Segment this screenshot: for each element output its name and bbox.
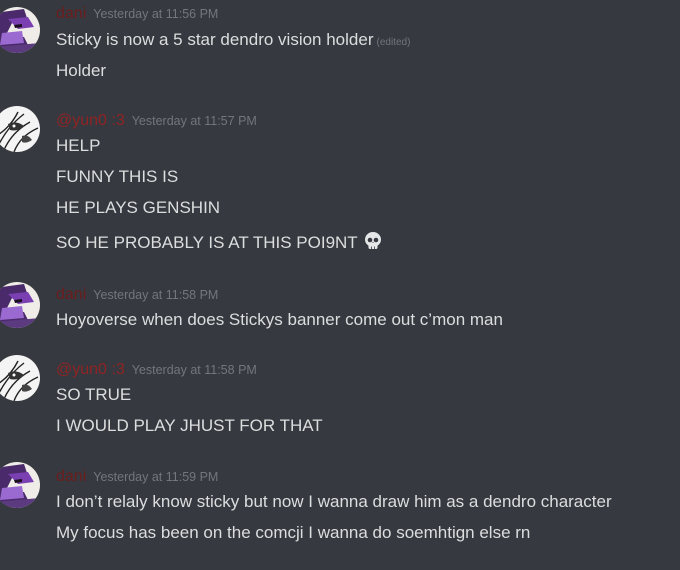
timestamp[interactable]: Yesterday at 11:57 PM [132, 114, 257, 128]
message-text: HELP [56, 136, 100, 156]
dani-avatar-image [0, 462, 40, 508]
edited-label: (edited) [376, 37, 411, 48]
avatar[interactable] [0, 355, 40, 401]
message-text: My focus has been on the comcji I wanna … [56, 523, 530, 543]
message-line: SO TRUE [56, 385, 132, 404]
message-header: @yun0 :3 Yesterday at 11:58 PM [56, 361, 257, 379]
avatar[interactable] [0, 282, 40, 328]
avatar[interactable] [0, 462, 40, 508]
message-line: HELP [56, 136, 101, 155]
message-text: FUNNY THIS IS [56, 167, 178, 187]
message-line: My focus has been on the comcji I wanna … [56, 523, 531, 542]
username[interactable]: dani [56, 5, 86, 22]
skull-emoji-icon[interactable] [363, 231, 383, 251]
message-text: SO TRUE [56, 385, 131, 405]
username[interactable]: dani [56, 468, 86, 485]
yun-avatar-image [0, 355, 40, 401]
message-line: Hoyoverse when does Stickys banner come … [56, 310, 503, 329]
username[interactable]: @yun0 :3 [56, 112, 125, 129]
message-header: @yun0 :3 Yesterday at 11:57 PM [56, 112, 257, 130]
dani-avatar-image [0, 7, 40, 53]
message-text: I don’t relaly know sticky but now I wan… [56, 492, 612, 512]
message-line: FUNNY THIS IS [56, 167, 179, 186]
message-line: Holder [56, 61, 107, 80]
yun-avatar-image [0, 106, 40, 152]
avatar[interactable] [0, 7, 40, 53]
timestamp[interactable]: Yesterday at 11:59 PM [93, 470, 218, 484]
timestamp[interactable]: Yesterday at 11:56 PM [93, 7, 218, 21]
dani-avatar-image [0, 282, 40, 328]
message-text: Hoyoverse when does Stickys banner come … [56, 310, 503, 330]
chat-message-list: dani Yesterday at 11:56 PM Sticky is now … [0, 0, 680, 570]
timestamp[interactable]: Yesterday at 11:58 PM [132, 363, 257, 377]
message-header: dani Yesterday at 11:58 PM [56, 286, 218, 304]
message-line: I WOULD PLAY JHUST FOR THAT [56, 416, 323, 435]
message-text: SO HE PROBABLY IS AT THIS POI9NT [56, 231, 383, 253]
message-line: I don’t relaly know sticky but now I wan… [56, 492, 612, 511]
username[interactable]: @yun0 :3 [56, 361, 125, 378]
timestamp[interactable]: Yesterday at 11:58 PM [93, 288, 218, 302]
message-text: Holder [56, 61, 106, 81]
message-line: Sticky is now a 5 star dendro vision hol… [56, 30, 374, 49]
message-header: dani Yesterday at 11:56 PM [56, 5, 218, 23]
message-text: Sticky is now a 5 star dendro vision hol… [56, 30, 410, 50]
message-line: HE PLAYS GENSHIN [56, 198, 221, 217]
avatar[interactable] [0, 106, 40, 152]
message-line: SO HE PROBABLY IS AT THIS POI9NT [56, 233, 358, 252]
username[interactable]: dani [56, 286, 86, 303]
message-header: dani Yesterday at 11:59 PM [56, 468, 218, 486]
message-text: HE PLAYS GENSHIN [56, 198, 220, 218]
message-text: I WOULD PLAY JHUST FOR THAT [56, 416, 323, 436]
